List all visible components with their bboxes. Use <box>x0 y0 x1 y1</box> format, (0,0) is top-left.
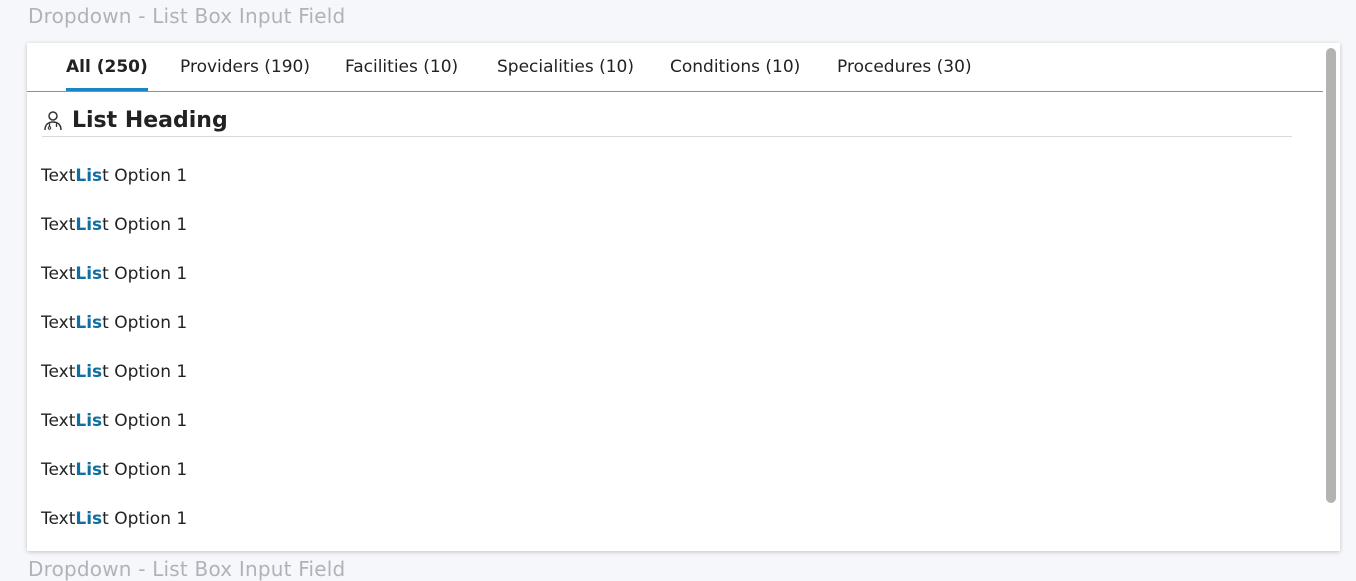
option-text-suffix: t Option 1 <box>102 411 188 431</box>
list-option[interactable]: TextList Option 1 <box>41 409 187 433</box>
option-text-suffix: t Option 1 <box>102 362 188 382</box>
option-text-match: Lis <box>75 411 103 431</box>
option-text-match: Lis <box>75 509 103 529</box>
option-text-suffix: t Option 1 <box>102 509 188 529</box>
option-text-prefix: Text <box>41 411 76 431</box>
field-label: Dropdown - List Box Input Field <box>28 557 346 581</box>
list-option[interactable]: TextList Option 1 <box>41 213 187 237</box>
tab-providers[interactable]: Providers (190) <box>180 57 310 91</box>
option-text-match: Lis <box>75 264 103 284</box>
list-heading-title: List Heading <box>72 108 228 133</box>
scrollbar-track[interactable] <box>1323 43 1340 551</box>
tab-procedures[interactable]: Procedures (30) <box>837 57 972 91</box>
option-text-suffix: t Option 1 <box>102 460 188 480</box>
option-text-match: Lis <box>75 313 103 333</box>
option-text-suffix: t Option 1 <box>102 313 188 333</box>
option-text-prefix: Text <box>41 166 76 186</box>
list-option[interactable]: TextList Option 1 <box>41 458 187 482</box>
list-option[interactable]: TextList Option 1 <box>41 360 187 384</box>
list-option[interactable]: TextList Option 1 <box>41 507 187 531</box>
option-text-match: Lis <box>75 460 103 480</box>
option-text-match: Lis <box>75 215 103 235</box>
tab-facilities[interactable]: Facilities (10) <box>345 57 458 91</box>
tab-specialities[interactable]: Specialities (10) <box>497 57 634 91</box>
option-text-prefix: Text <box>41 215 76 235</box>
doctor-icon <box>42 110 64 132</box>
tab-all[interactable]: All (250) <box>66 57 148 91</box>
option-text-prefix: Text <box>41 264 76 284</box>
list-option[interactable]: TextList Option 1 <box>41 311 187 335</box>
option-text-suffix: t Option 1 <box>102 166 188 186</box>
option-text-prefix: Text <box>41 509 76 529</box>
option-text-match: Lis <box>75 362 103 382</box>
option-text-suffix: t Option 1 <box>102 264 188 284</box>
option-text-suffix: t Option 1 <box>102 215 188 235</box>
option-text-match: Lis <box>75 166 103 186</box>
list-option[interactable]: TextList Option 1 <box>41 164 187 188</box>
list-heading: List Heading <box>42 105 1292 137</box>
list-option[interactable]: TextList Option 1 <box>41 262 187 286</box>
option-text-prefix: Text <box>41 460 76 480</box>
tab-conditions[interactable]: Conditions (10) <box>670 57 800 91</box>
dropdown-list-box: All (250) Providers (190) Facilities (10… <box>27 43 1340 551</box>
field-label: Dropdown - List Box Input Field <box>28 4 346 28</box>
category-tabs: All (250) Providers (190) Facilities (10… <box>27 43 1323 92</box>
option-text-prefix: Text <box>41 362 76 382</box>
scrollbar-thumb[interactable] <box>1326 48 1336 503</box>
option-text-prefix: Text <box>41 313 76 333</box>
